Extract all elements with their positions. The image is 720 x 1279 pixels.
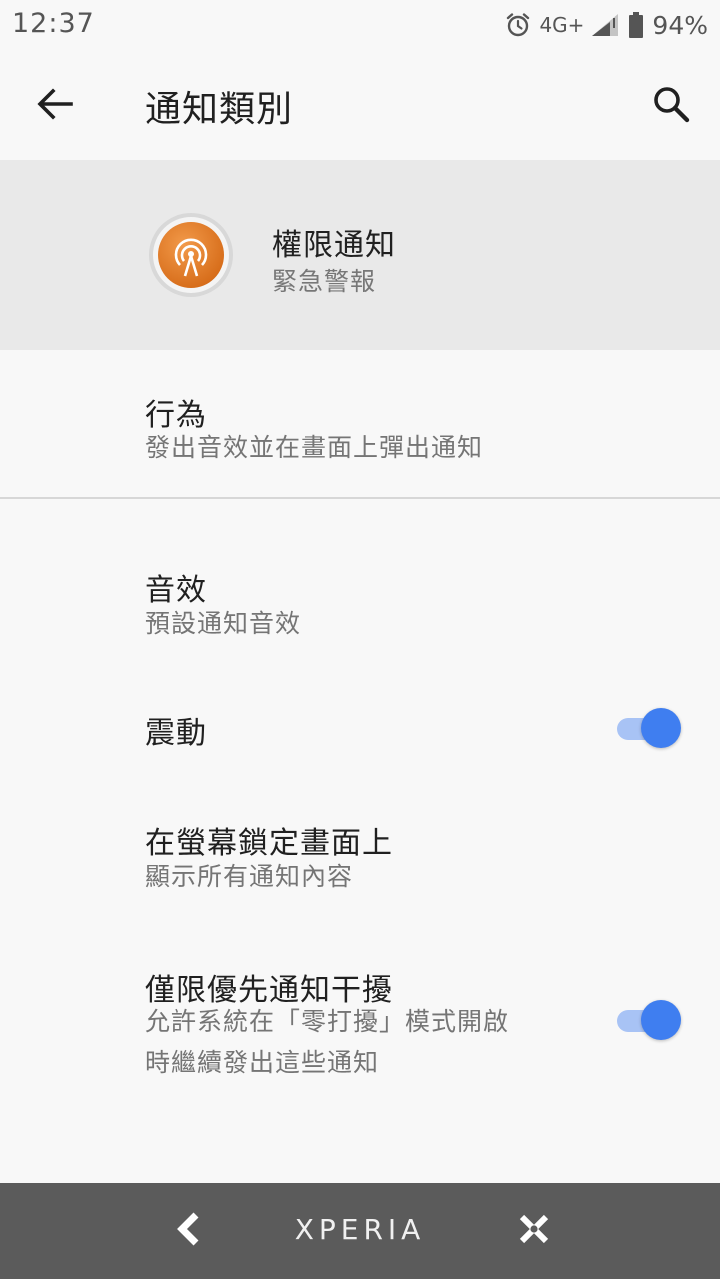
override-dnd-subtitle-line1: 允許系統在「零打擾」模式開啟 bbox=[145, 1007, 510, 1036]
search-button[interactable] bbox=[640, 78, 702, 134]
divider bbox=[0, 497, 720, 499]
alarm-icon bbox=[505, 12, 531, 38]
back-button[interactable] bbox=[25, 78, 85, 134]
status-time: 12:37 bbox=[12, 8, 95, 39]
override-dnd-setting[interactable]: 僅限優先通知干擾 允許系統在「零打擾」模式開啟 時繼續發出這些通知 bbox=[0, 935, 720, 1095]
sound-setting[interactable]: 音效 預設通知音效 bbox=[0, 535, 720, 665]
battery-icon bbox=[628, 11, 644, 39]
app-subtitle: 緊急警報 bbox=[272, 267, 377, 296]
battery-level: 94% bbox=[652, 10, 708, 40]
nav-close-button[interactable] bbox=[512, 1209, 556, 1253]
status-icons: 4G+ 94% bbox=[505, 8, 708, 42]
vibration-toggle[interactable] bbox=[617, 708, 681, 748]
brand-logo: XPERIA bbox=[294, 1213, 426, 1246]
lock-screen-subtitle: 顯示所有通知內容 bbox=[145, 862, 354, 891]
lock-screen-setting[interactable]: 在螢幕鎖定畫面上 顯示所有通知內容 bbox=[0, 790, 720, 920]
back-arrow-icon bbox=[35, 86, 75, 126]
vibration-title: 震動 bbox=[145, 716, 207, 751]
app-name: 權限通知 bbox=[272, 228, 396, 263]
broadcast-antenna-icon bbox=[148, 212, 234, 298]
behavior-subtitle: 發出音效並在畫面上彈出通知 bbox=[145, 433, 484, 462]
app-header[interactable]: 權限通知 緊急警報 bbox=[0, 160, 720, 350]
override-dnd-subtitle-line2: 時繼續發出這些通知 bbox=[145, 1048, 380, 1077]
behavior-setting[interactable]: 行為 發出音效並在畫面上彈出通知 bbox=[0, 352, 720, 496]
network-type: 4G+ bbox=[539, 13, 585, 37]
app-bar: 通知類別 bbox=[0, 50, 720, 160]
navigation-bar: XPERIA bbox=[0, 1183, 720, 1279]
toggle-thumb bbox=[641, 708, 681, 748]
page-title: 通知類別 bbox=[145, 89, 294, 130]
vibration-setting[interactable]: 震動 bbox=[0, 680, 720, 780]
sound-subtitle: 預設通知音效 bbox=[145, 609, 302, 638]
signal-icon bbox=[590, 12, 620, 38]
nav-close-icon bbox=[517, 1212, 551, 1250]
search-icon bbox=[651, 84, 691, 128]
status-bar: 12:37 4G+ 94% bbox=[0, 0, 720, 50]
toggle-thumb bbox=[641, 1000, 681, 1040]
override-dnd-toggle[interactable] bbox=[617, 1000, 681, 1040]
